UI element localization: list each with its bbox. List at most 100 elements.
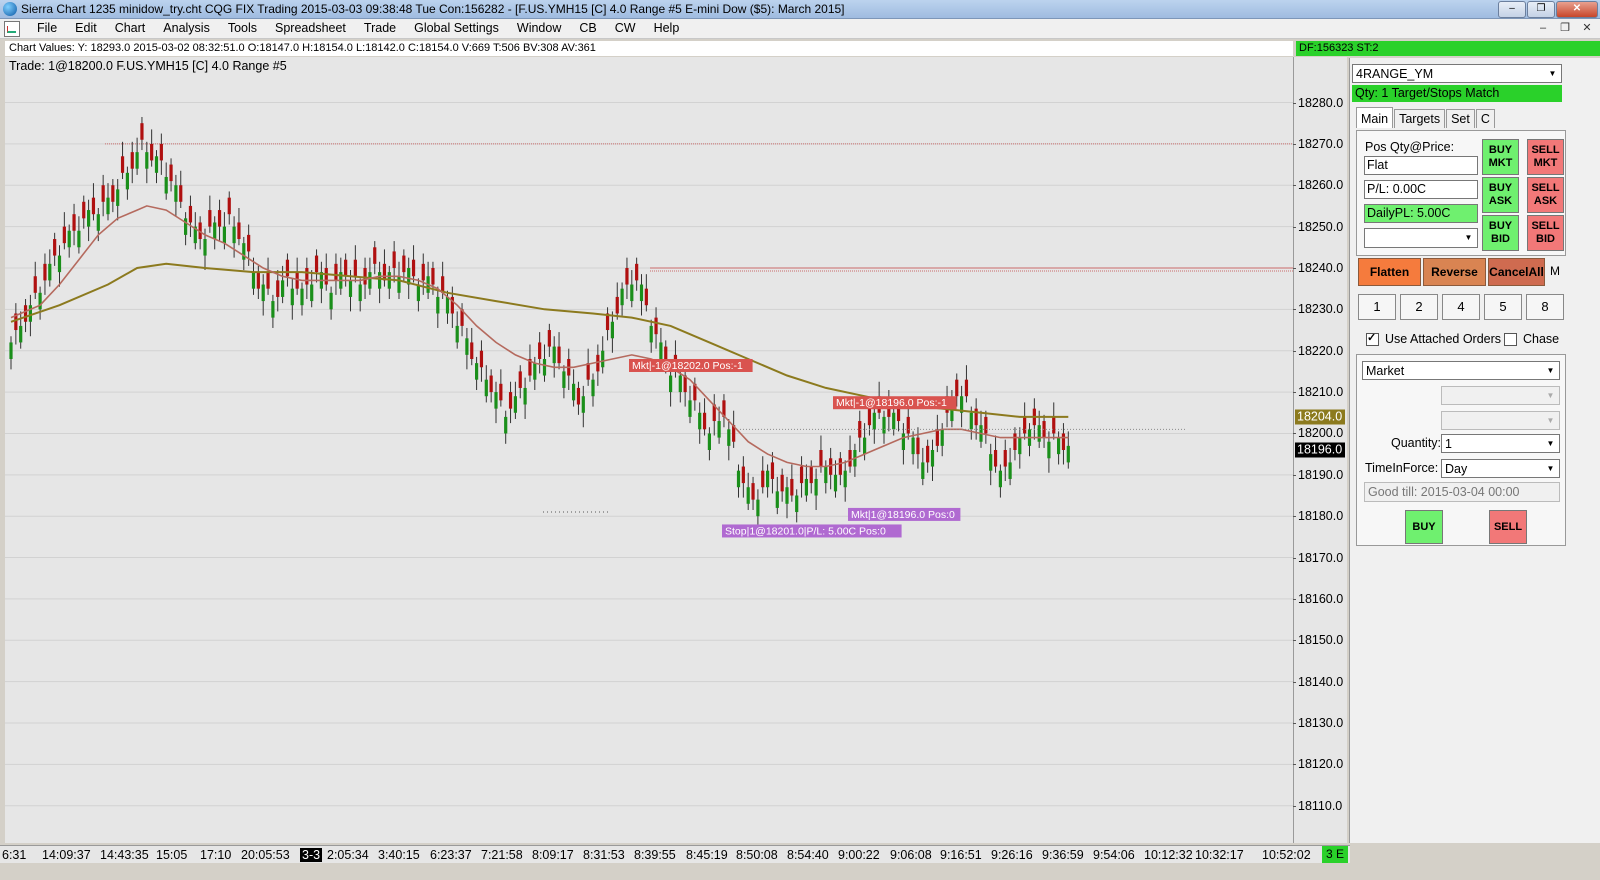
candle-body[interactable] <box>518 371 522 388</box>
candle-body[interactable] <box>601 350 605 368</box>
window-restore-button[interactable]: ❐ <box>1527 1 1555 18</box>
candle-body[interactable] <box>324 267 328 285</box>
candle-body[interactable] <box>382 263 387 281</box>
candle-body[interactable] <box>717 421 721 438</box>
candle-body[interactable] <box>334 263 338 281</box>
price-scale[interactable]: 18204.0 18196.0 18110.0 18120.0 18130.0 181… <box>1292 57 1347 843</box>
candle-body[interactable] <box>256 272 260 289</box>
reverse-button[interactable]: Reverse <box>1423 258 1486 286</box>
candle-body[interactable] <box>819 450 823 467</box>
candle-body[interactable] <box>28 305 32 322</box>
candle-body[interactable] <box>232 226 236 244</box>
candle-body[interactable] <box>411 259 416 277</box>
candle-body[interactable] <box>654 317 658 335</box>
candle-body[interactable] <box>57 255 62 273</box>
chart-region[interactable]: Mkt|-1@18202.0 Pos:-1 Mkt|-1@18196.0 Pos:… <box>5 57 1293 843</box>
window-close-button[interactable]: ✕ <box>1556 1 1598 18</box>
candle-body[interactable] <box>576 387 581 405</box>
candle-body[interactable] <box>916 437 920 455</box>
candle-body[interactable] <box>43 263 47 281</box>
candle-body[interactable] <box>557 346 561 364</box>
candle-body[interactable] <box>688 400 692 417</box>
candle-body[interactable] <box>222 226 226 244</box>
checkbox-checked-icon[interactable] <box>1366 331 1379 346</box>
candle-body[interactable] <box>276 280 280 297</box>
stop-order-marker[interactable]: Stop|1@18201.0|P/L: 5.00C Pos:0 <box>725 525 886 537</box>
candle-body[interactable] <box>542 358 547 376</box>
symbol-combo[interactable]: 4RANGE_YM ▼ <box>1352 64 1562 83</box>
candle-body[interactable] <box>1047 441 1051 459</box>
candle-body[interactable] <box>824 466 828 484</box>
candle-body[interactable] <box>562 371 566 388</box>
candle-body[interactable] <box>984 416 988 434</box>
candle-body[interactable] <box>363 267 367 285</box>
candle-body[interactable] <box>445 296 450 314</box>
menu-cw[interactable]: CW <box>606 19 645 38</box>
candle-body[interactable] <box>499 383 503 401</box>
candle-body[interactable] <box>761 470 765 488</box>
candle-body[interactable] <box>470 342 474 359</box>
candle-body[interactable] <box>741 466 745 484</box>
candle-body[interactable] <box>300 288 304 306</box>
candle-body[interactable] <box>504 416 508 434</box>
sell-button[interactable]: SELL <box>1489 510 1527 544</box>
candle-body[interactable] <box>101 185 105 202</box>
candle-body[interactable] <box>48 263 52 281</box>
candle-body[interactable] <box>770 462 775 479</box>
candle-body[interactable] <box>795 495 799 513</box>
time-in-force-select[interactable]: Day ▼ <box>1441 459 1560 478</box>
candle-body[interactable] <box>766 470 770 488</box>
tab-targets[interactable]: Targets <box>1394 109 1446 128</box>
candle-body[interactable] <box>9 342 13 359</box>
candle-body[interactable] <box>998 470 1002 488</box>
qty-button-5[interactable]: 5 <box>1484 294 1522 320</box>
candle-body[interactable] <box>91 197 96 215</box>
candle-body[interactable] <box>314 255 319 273</box>
candle-body[interactable] <box>533 363 537 380</box>
qty-button-8[interactable]: 8 <box>1526 294 1564 320</box>
candle-body[interactable] <box>610 321 614 339</box>
candle-body[interactable] <box>348 280 353 297</box>
candle-body[interactable] <box>164 176 168 194</box>
candle-body[interactable] <box>1037 425 1041 442</box>
candle-body[interactable] <box>261 284 265 302</box>
candle-body[interactable] <box>421 263 425 281</box>
candle-body[interactable] <box>310 284 314 302</box>
candle-body[interactable] <box>955 379 959 397</box>
candle-body[interactable] <box>911 437 915 455</box>
candle-body[interactable] <box>707 433 711 450</box>
order-type-select[interactable]: Market ▼ <box>1362 361 1560 380</box>
candle-body[interactable] <box>154 156 159 173</box>
candle-body[interactable] <box>974 408 978 426</box>
candle-body[interactable] <box>649 325 653 343</box>
candle-body[interactable] <box>266 272 270 289</box>
candle-body[interactable] <box>935 429 939 446</box>
sell-order-marker-1[interactable]: Mkt|-1@18202.0 Pos:-1 <box>632 360 743 372</box>
candle-body[interactable] <box>892 412 896 430</box>
sell-market-button[interactable]: SELL MKT <box>1527 139 1564 175</box>
candle-body[interactable] <box>484 379 488 397</box>
menu-analysis[interactable]: Analysis <box>154 19 219 38</box>
candle-body[interactable] <box>1023 416 1027 434</box>
candle-body[interactable] <box>799 466 804 484</box>
candle-body[interactable] <box>358 284 362 302</box>
candle-body[interactable] <box>247 234 251 252</box>
candle-body[interactable] <box>790 478 794 496</box>
buy-order-marker[interactable]: Mkt|1@18196.0 Pos:0 <box>851 509 955 521</box>
candle-body[interactable] <box>285 259 290 277</box>
candle-body[interactable] <box>838 458 842 475</box>
candle-body[interactable] <box>169 164 173 182</box>
candle-body[interactable] <box>635 263 639 281</box>
candle-body[interactable] <box>436 296 440 314</box>
tab-set[interactable]: Set <box>1446 109 1475 128</box>
candle-body[interactable] <box>625 267 629 285</box>
candle-body[interactable] <box>213 222 217 240</box>
sell-ask-button[interactable]: SELL ASK <box>1527 177 1564 213</box>
candle-body[interactable] <box>174 185 178 202</box>
candle-body[interactable] <box>23 305 28 322</box>
candle-body[interactable] <box>82 201 86 219</box>
candle-body[interactable] <box>188 205 193 223</box>
child-close-button[interactable]: ✕ <box>1577 21 1597 36</box>
candle-body[interactable] <box>179 185 183 202</box>
candle-body[interactable] <box>1052 416 1056 434</box>
